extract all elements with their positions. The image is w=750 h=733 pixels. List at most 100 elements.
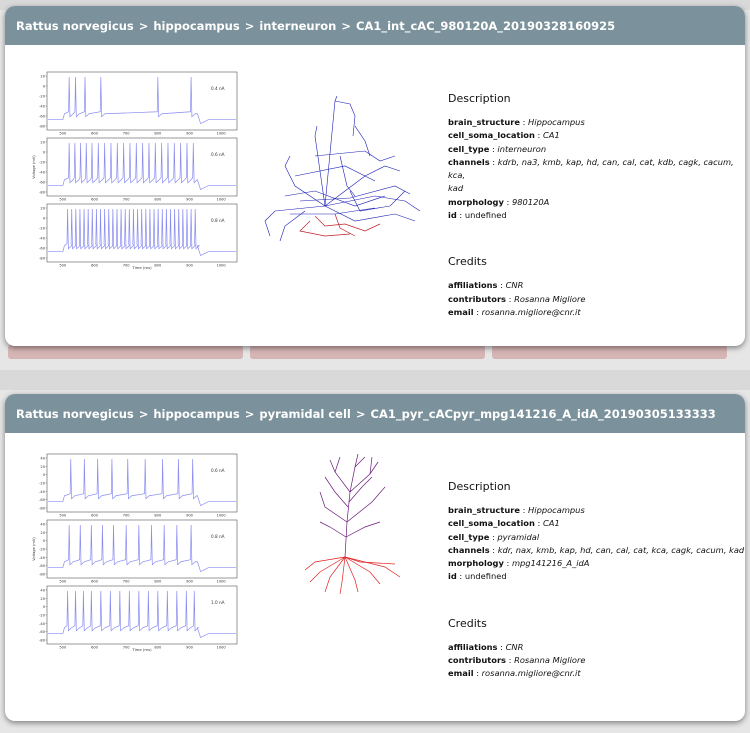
field-channels: channels : kdr, nax, kmb, kap, hd, can, … [448, 544, 745, 555]
breadcrumb-cell-type[interactable]: pyramidal cell [259, 407, 351, 421]
x-tick-label: 600 [91, 264, 99, 268]
y-axis-label: Voltage (mV) [32, 155, 36, 179]
x-tick-label: 700 [123, 646, 131, 650]
x-tick-label: 500 [59, 264, 67, 268]
card-header-breadcrumb: Rattus norvegicus > hippocampus > intern… [5, 6, 745, 45]
x-tick-label: 700 [123, 580, 131, 584]
field-value: interneuron [497, 143, 547, 154]
breadcrumb-cell-type[interactable]: interneuron [259, 19, 336, 33]
y-tick-label: -80 [39, 191, 46, 195]
current-label: 0.8 nA [211, 218, 225, 223]
field-value: rosanna.migliore@cnr.it [481, 306, 581, 317]
y-tick-label: 0 [43, 605, 46, 609]
field-value: Hippocampus [528, 505, 585, 515]
y-tick-label: -40 [39, 105, 46, 109]
y-tick-label: 0 [43, 151, 46, 155]
field-value: CNR [505, 641, 524, 652]
field-key: channels [448, 544, 490, 555]
trace-panel: 40 20 0 -20 -40 -60 -80 500 600 700 800 900 1000 1.0 … [39, 585, 238, 650]
field-brain-structure: brain_structure : Hippocampus [448, 117, 585, 127]
description-title: Description [448, 92, 511, 105]
trace-frame [46, 519, 238, 579]
breadcrumb-species[interactable]: Rattus norvegicus [16, 407, 134, 421]
x-tick-label: 900 [186, 264, 194, 268]
y-tick-label: -60 [39, 247, 46, 251]
y-tick-label: 20 [40, 597, 45, 601]
breadcrumb-model-name[interactable]: CA1_pyr_cACpyr_mpg141216_A_idA_201903051… [371, 407, 716, 421]
current-label: 1.0 nA [211, 600, 225, 605]
field-key: cell_soma_location [448, 518, 535, 529]
y-tick-label: -60 [39, 181, 46, 185]
x-tick-label: 800 [154, 264, 162, 268]
y-tick-label: -20 [39, 548, 46, 552]
breadcrumb-separator: > [355, 406, 366, 421]
y-tick-label: 0 [43, 217, 46, 221]
field-contributors: contributors : Rosanna Migliore [448, 655, 586, 666]
x-tick-label: 1000 [217, 514, 227, 518]
breadcrumb-brain-region[interactable]: hippocampus [153, 19, 239, 33]
x-tick-label: 500 [59, 646, 67, 650]
field-value: kdr, nax, kmb, kap, hd, can, cal, cat, k… [497, 544, 745, 555]
trace-frame [46, 453, 238, 513]
y-tick-label: -80 [39, 125, 46, 129]
breadcrumb-brain-region[interactable]: hippocampus [153, 407, 239, 421]
voltage-traces-figure[interactable]: 40 20 0 -20 -40 -60 -80 500 600 700 800 900 1000 0.6 … [31, 452, 241, 662]
x-tick-label: 700 [123, 198, 131, 202]
description-title: Description [448, 480, 511, 493]
field-value: rosanna.migliore@cnr.it [481, 668, 581, 679]
x-tick-label: 800 [154, 198, 162, 202]
trace-panel: 40 20 0 -20 -40 -60 -80 500 600 700 800 900 1000 0.6 … [39, 453, 238, 518]
y-tick-label: -40 [39, 622, 46, 626]
x-tick-label: 1000 [217, 580, 227, 584]
morphology-image-interneuron[interactable] [255, 96, 425, 246]
model-card[interactable]: Rattus norvegicus > hippocampus > intern… [5, 6, 745, 346]
x-axis-label: Time (ms) [131, 647, 152, 652]
breadcrumb-separator: > [341, 18, 352, 33]
field-channels-continued: kad [448, 182, 745, 195]
field-cell-type: cell_type : pyramidal [448, 531, 540, 542]
y-tick-label: 0 [43, 85, 46, 89]
field-key: cell_soma_location [448, 130, 535, 141]
y-tick-label: -20 [39, 227, 46, 231]
x-tick-label: 900 [186, 646, 194, 650]
field-channels: channels : kdrb, na3, kmb, kap, hd, can,… [448, 156, 734, 181]
field-id: id : undefined [448, 210, 507, 221]
credits-title: Credits [448, 255, 487, 269]
x-tick-label: 900 [186, 132, 194, 136]
field-key: cell_type [448, 143, 490, 154]
card-header-breadcrumb: Rattus norvegicus > hippocampus > pyrami… [5, 394, 745, 433]
field-key: brain_structure [448, 117, 520, 127]
x-tick-label: 900 [186, 198, 194, 202]
field-value: CA1 [542, 130, 560, 141]
y-tick-label: -80 [39, 639, 46, 643]
x-tick-label: 700 [123, 264, 131, 268]
voltage-traces-figure[interactable]: 20 0 -20 -40 -60 -80 500 600 700 800 900 1000 0.4 nA… [31, 70, 241, 280]
model-card[interactable]: Rattus norvegicus > hippocampus > pyrami… [5, 394, 745, 721]
background-strip [0, 370, 750, 390]
y-tick-label: 40 [40, 457, 45, 461]
breadcrumb-separator: > [138, 18, 149, 33]
breadcrumb-model-name[interactable]: CA1_int_cAC_980120A_20190328160925 [356, 19, 615, 33]
morphology-image-pyramidal[interactable] [300, 452, 410, 597]
field-value: mpg141216_A_idA [511, 558, 590, 569]
field-value: undefined [464, 571, 507, 582]
y-tick-label: 0 [43, 473, 46, 477]
field-key: brain_structure [448, 505, 520, 515]
breadcrumb-species[interactable]: Rattus norvegicus [16, 19, 134, 33]
field-key: morphology [448, 196, 504, 207]
breadcrumb-separator: > [138, 406, 149, 421]
trace-panel: 20 0 -20 -40 -60 -80 500 600 700 800 900 1000 0.8 nA [39, 203, 238, 268]
field-value: 980120A [511, 196, 550, 207]
field-value: Hippocampus [528, 117, 585, 127]
field-value: kdrb, na3, kmb, kap, hd, can, cal, cat, … [448, 156, 734, 181]
y-tick-label: -40 [39, 556, 46, 560]
field-key: affiliations [448, 641, 498, 652]
field-value: undefined [464, 210, 507, 221]
x-axis-label: Time (ms) [131, 265, 152, 270]
field-brain-structure: brain_structure : Hippocampus [448, 505, 585, 515]
x-tick-label: 500 [59, 132, 67, 136]
x-tick-label: 1000 [217, 646, 227, 650]
morphology-apical-dendrites [319, 453, 386, 558]
y-tick-label: 0 [43, 539, 46, 543]
x-tick-label: 900 [186, 514, 194, 518]
